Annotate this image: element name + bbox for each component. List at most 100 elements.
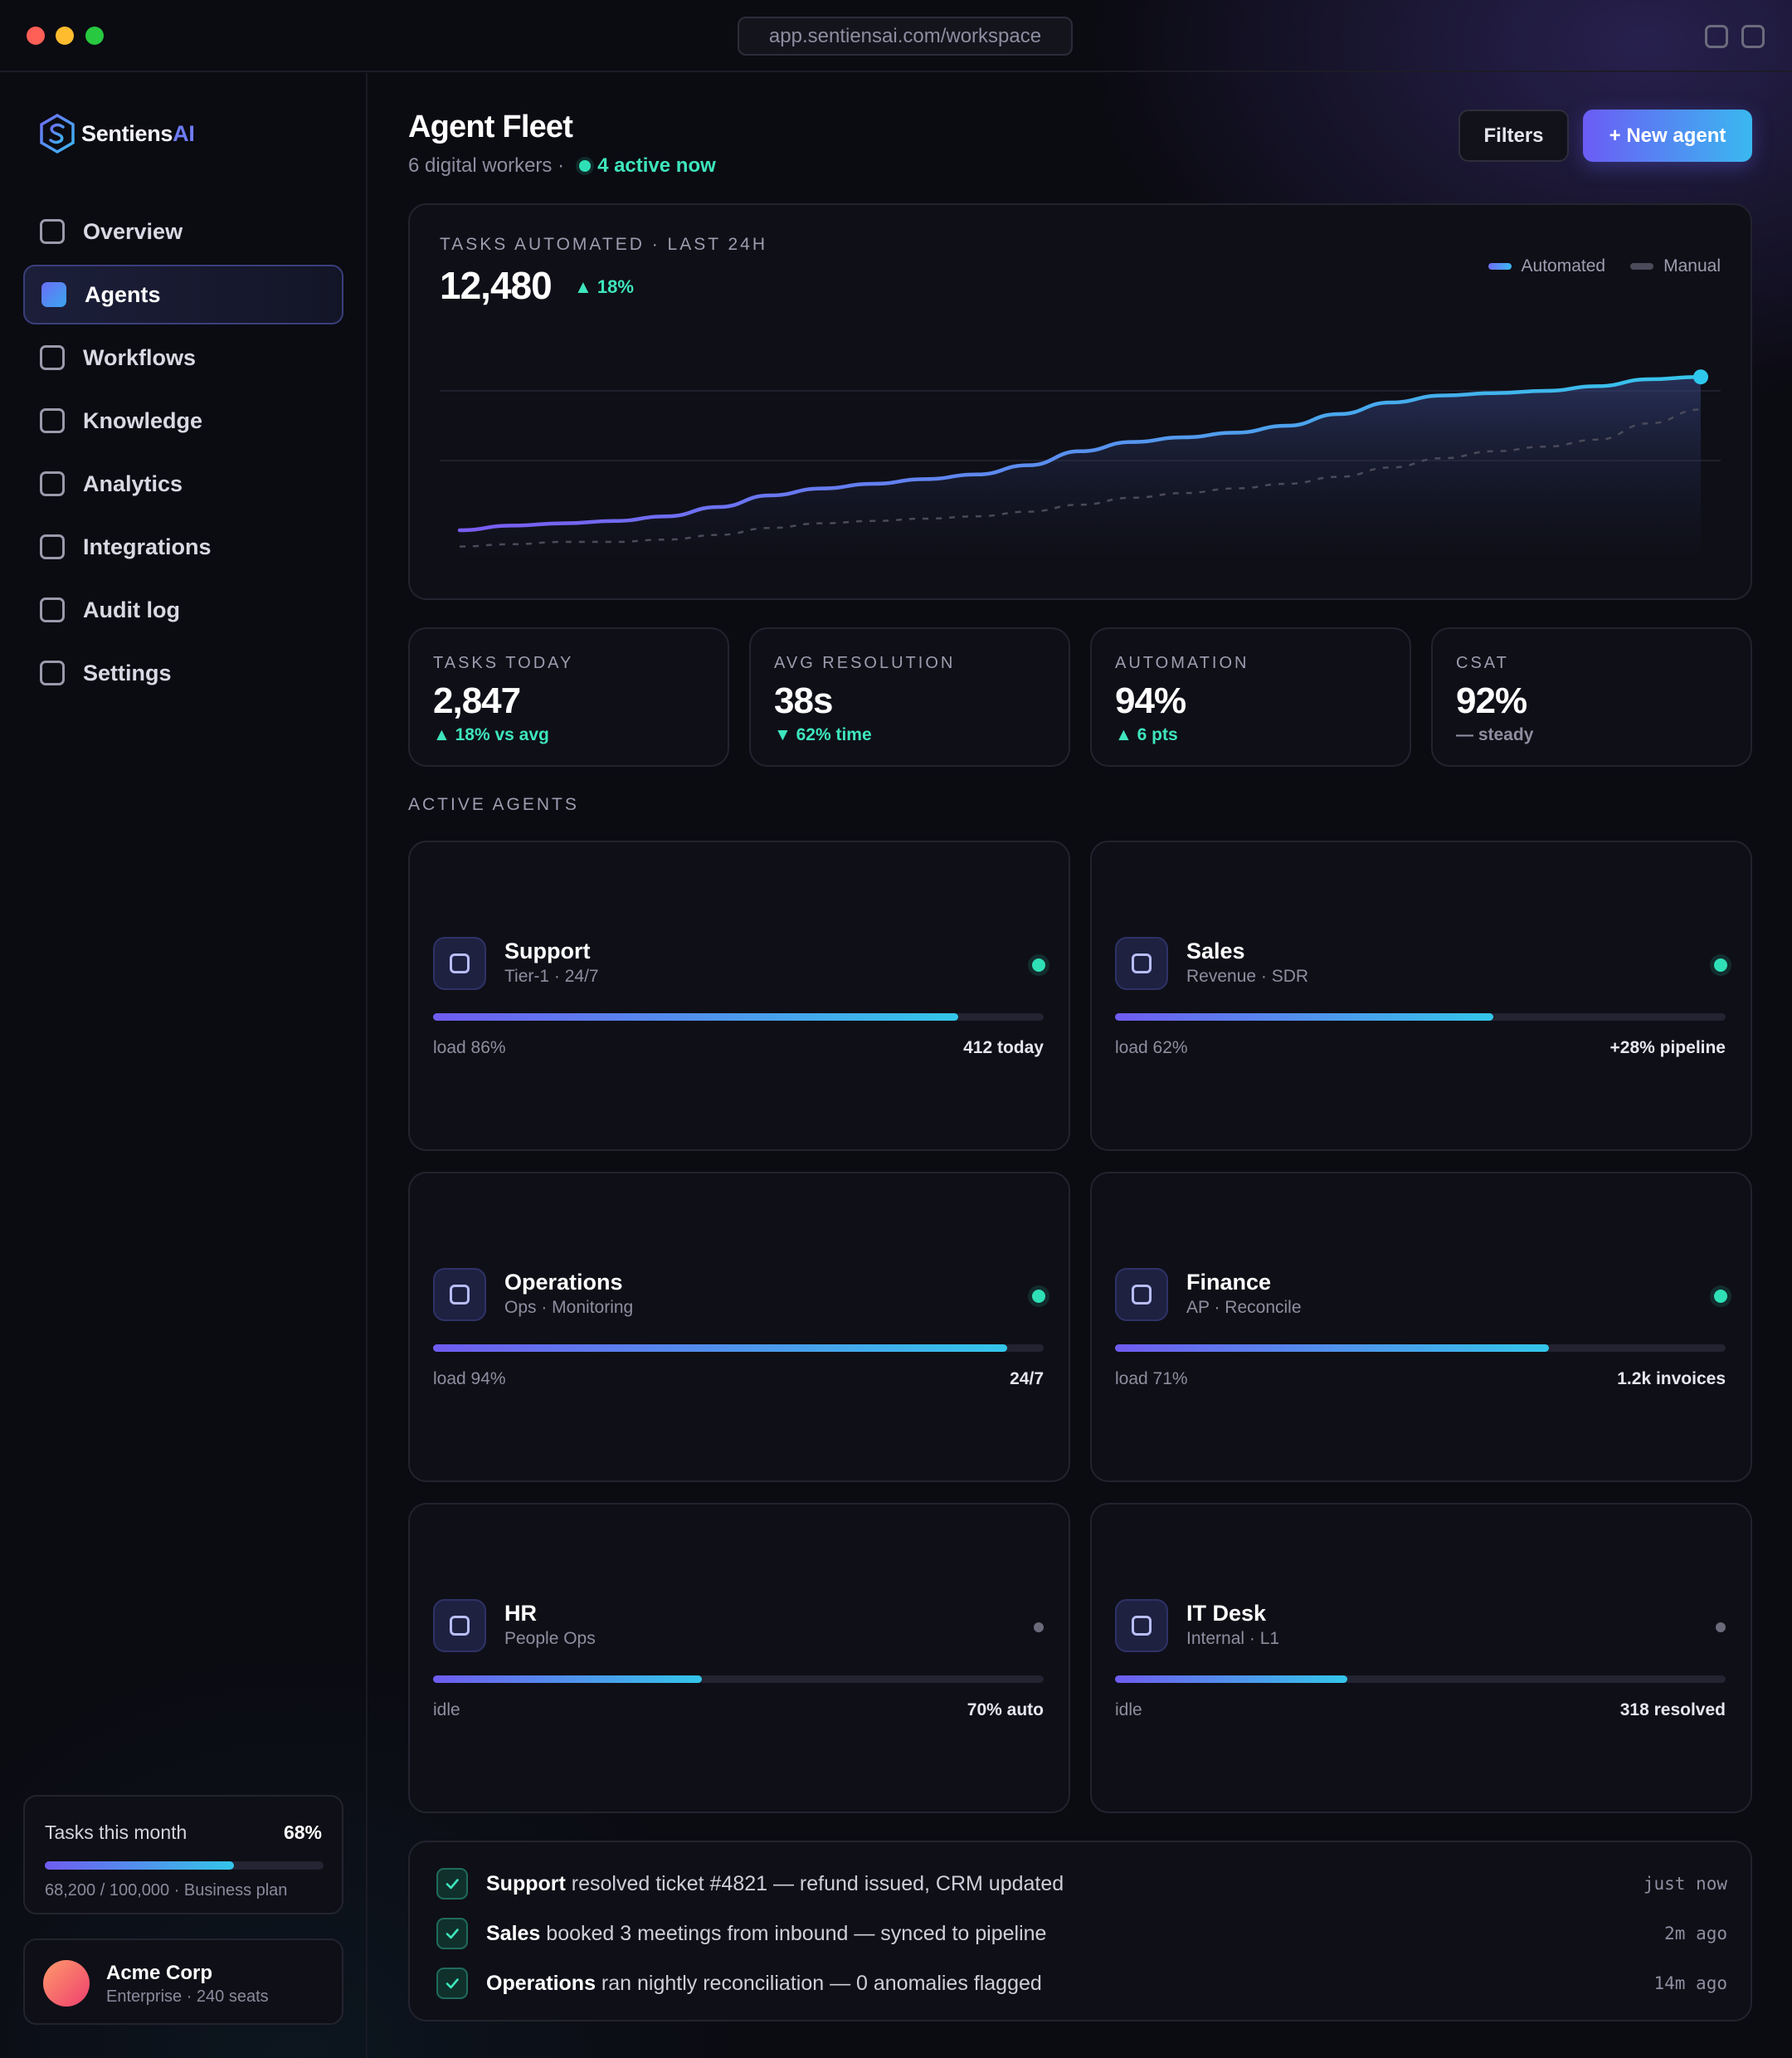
page-subtitle: 6 digital workers · 4 active now [408, 154, 716, 178]
agent-subtitle: Revenue · SDR [1186, 967, 1309, 986]
activity-item[interactable]: Support resolved ticket #4821 — refund i… [436, 1865, 1727, 1902]
window-expand-icon[interactable] [1741, 25, 1765, 48]
agent-load-track [1115, 1013, 1726, 1021]
agent-icon [1115, 1268, 1168, 1321]
check-icon [436, 1868, 468, 1900]
agent-name: IT Desk [1186, 1601, 1267, 1626]
stat-value: 92% [1456, 680, 1527, 721]
agent-load-fill [433, 1013, 958, 1021]
filters-button[interactable]: Filters [1458, 110, 1569, 162]
stat-label: CSAT [1456, 654, 1509, 672]
activity-agent: Sales [486, 1921, 541, 1945]
agent-glyph-icon [1132, 1616, 1152, 1636]
stat-card-avg-resolution: AVG RESOLUTION 38s ▼ 62% time [749, 627, 1070, 767]
account-name: Acme Corp [106, 1962, 213, 1984]
agent-glyph-icon [450, 953, 470, 973]
activity-text: Support resolved ticket #4821 — refund i… [486, 1872, 1064, 1896]
analytics-icon [40, 471, 65, 496]
status-badge [1034, 1622, 1044, 1632]
activity-item[interactable]: Sales booked 3 meetings from inbound — s… [436, 1915, 1727, 1952]
agent-card-finance[interactable]: Finance AP · Reconcile load 71% 1.2k inv… [1090, 1172, 1752, 1482]
usage-quota-card[interactable]: Tasks this month 68% 68,200 / 100,000 · … [23, 1795, 343, 1914]
agent-load-fill [433, 1344, 1007, 1352]
account-switcher[interactable]: Acme Corp Enterprise · 240 seats [23, 1939, 343, 2025]
check-icon [436, 1968, 468, 1999]
sidebar: SentiensAI Overview Agents Workflows Kno… [0, 73, 368, 2058]
integrations-icon [40, 534, 65, 559]
sidebar-item-integrations[interactable]: Integrations [23, 517, 343, 577]
stat-delta: ▼ 62% time [774, 725, 872, 744]
series-area-automated [460, 377, 1701, 554]
agent-metric: 412 today [963, 1038, 1044, 1057]
activity-time: 14m ago [1653, 1973, 1727, 1993]
window-minimize-button[interactable] [56, 27, 74, 45]
agent-subtitle: Ops · Monitoring [504, 1298, 634, 1317]
agent-card-sales[interactable]: Sales Revenue · SDR load 62% +28% pipeli… [1090, 841, 1752, 1151]
avatar [43, 1960, 90, 2007]
window-tile-icon[interactable] [1705, 25, 1728, 48]
window-close-button[interactable] [27, 27, 45, 45]
stat-card-csat: CSAT 92% — steady [1431, 627, 1752, 767]
tasks-chart-card: TASKS AUTOMATED · LAST 24H 12,480 ▲ 18% … [408, 203, 1752, 600]
overview-icon [40, 219, 65, 244]
quota-percent: 68% [283, 1821, 322, 1843]
agent-card-hr[interactable]: HR People Ops idle 70% auto [408, 1503, 1070, 1813]
status-badge [1032, 1290, 1045, 1303]
stat-value: 94% [1115, 680, 1186, 721]
status-badge [1716, 1622, 1726, 1632]
activity-time: just now [1643, 1874, 1727, 1894]
sidebar-item-audit-log[interactable]: Audit log [23, 580, 343, 640]
stat-label: AVG RESOLUTION [774, 654, 956, 672]
sidebar-item-analytics[interactable]: Analytics [23, 454, 343, 514]
sidebar-item-settings[interactable]: Settings [23, 643, 343, 703]
agent-metric: 24/7 [1010, 1369, 1044, 1388]
agent-load-fill [1115, 1013, 1494, 1021]
brand-name: SentiensAI [81, 120, 195, 146]
agent-load-fill [1115, 1675, 1347, 1683]
window-zoom-button[interactable] [85, 27, 104, 45]
agent-card-support[interactable]: Support Tier-1 · 24/7 load 86% 412 today [408, 841, 1070, 1151]
audit-log-icon [40, 597, 65, 622]
agent-load-label: load 86% [433, 1038, 506, 1057]
sidebar-item-workflows[interactable]: Workflows [23, 328, 343, 388]
agent-metric: 70% auto [967, 1700, 1044, 1719]
sidebar-item-label: Knowledge [83, 407, 203, 433]
agent-name: Operations [504, 1270, 623, 1295]
agent-load-track [433, 1344, 1044, 1352]
live-status-dot [579, 160, 592, 172]
activity-item[interactable]: Operations ran nightly reconciliation — … [436, 1965, 1727, 2002]
brand-logo[interactable]: SentiensAI [38, 113, 195, 154]
activity-description: ran nightly reconciliation — 0 anomalies… [595, 1971, 1042, 1995]
agent-icon [1115, 1599, 1168, 1652]
stat-value: 38s [774, 680, 833, 721]
series-endpoint-marker[interactable] [1693, 369, 1708, 385]
agent-load-track [1115, 1675, 1726, 1683]
worker-count: 6 digital workers · [408, 154, 565, 177]
new-agent-button[interactable]: + New agent [1583, 110, 1752, 162]
agent-load-label: load 62% [1115, 1038, 1188, 1057]
url-bar[interactable]: app.sentiensai.com/workspace [738, 17, 1073, 56]
agent-load-track [1115, 1344, 1726, 1352]
agent-glyph-icon [450, 1285, 470, 1305]
sidebar-item-agents[interactable]: Agents [23, 265, 343, 324]
stat-label: AUTOMATION [1115, 654, 1249, 672]
knowledge-icon [40, 408, 65, 433]
agent-icon [433, 1599, 486, 1652]
agent-load-label: load 94% [433, 1369, 506, 1388]
stat-value: 2,847 [433, 680, 521, 721]
agent-subtitle: Internal · L1 [1186, 1629, 1280, 1648]
stat-label: TASKS TODAY [433, 654, 574, 672]
sidebar-item-overview[interactable]: Overview [23, 202, 343, 261]
stat-card-tasks-today: TASKS TODAY 2,847 ▲ 18% vs avg [408, 627, 729, 767]
agent-load-fill [433, 1675, 702, 1683]
agent-card-it-desk[interactable]: IT Desk Internal · L1 idle 318 resolved [1090, 1503, 1752, 1813]
sentiens-logo-icon [40, 113, 75, 154]
stat-card-automation: AUTOMATION 94% ▲ 6 pts [1090, 627, 1411, 767]
agent-subtitle: AP · Reconcile [1186, 1298, 1302, 1317]
agent-load-label: load 71% [1115, 1369, 1188, 1388]
activity-description: booked 3 meetings from inbound — synced … [540, 1921, 1047, 1945]
agent-subtitle: Tier-1 · 24/7 [504, 967, 599, 986]
agent-load-label: idle [433, 1700, 460, 1719]
sidebar-item-knowledge[interactable]: Knowledge [23, 391, 343, 451]
agent-card-operations[interactable]: Operations Ops · Monitoring load 94% 24/… [408, 1172, 1070, 1482]
